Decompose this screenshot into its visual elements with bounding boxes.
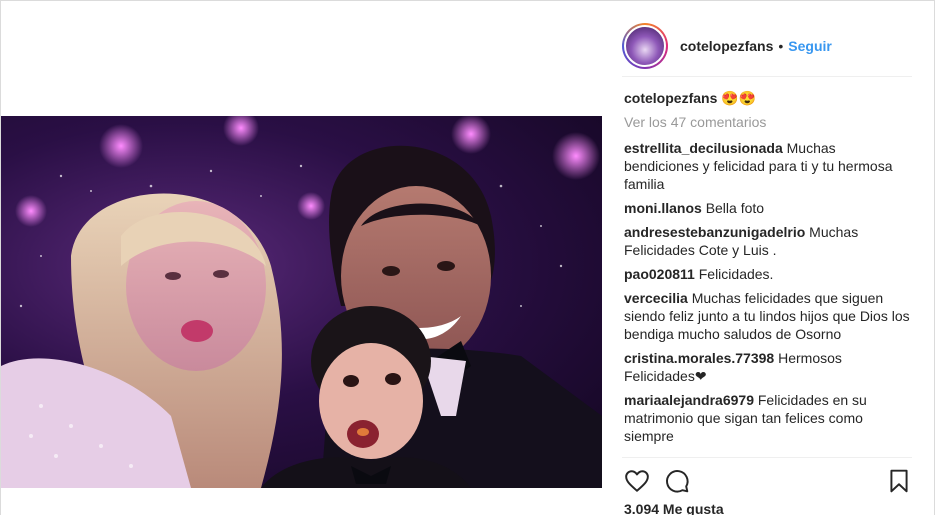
avatar-image <box>624 24 666 67</box>
comment-icon[interactable] <box>664 468 690 494</box>
caption: cotelopezfans 😍😍 <box>624 89 912 107</box>
follow-button[interactable]: Seguir <box>788 38 832 54</box>
comment-item: andresestebanzunigadelrio Muchas Felicid… <box>624 223 912 259</box>
avatar[interactable] <box>622 22 668 69</box>
comment-item: vercecilia Muchas felicidades que siguen… <box>624 289 912 343</box>
action-bar <box>624 467 912 495</box>
comments-section: cotelopezfans 😍😍 Ver los 47 comentarios … <box>624 89 912 449</box>
comment-item: moni.llanos Bella foto <box>624 199 912 217</box>
bookmark-icon[interactable] <box>886 468 912 494</box>
comment-username[interactable]: moni.llanos <box>624 200 702 216</box>
comment-item: pao020811 Felicidades. <box>624 265 912 283</box>
photo-illustration <box>1 116 602 488</box>
likes-count[interactable]: 3.094 Me gusta <box>624 501 724 515</box>
comment-item: estrellita_decilusionada Muchas bendicio… <box>624 139 912 193</box>
caption-text: 😍😍 <box>721 90 757 106</box>
post-photo[interactable] <box>1 116 602 488</box>
comment-username[interactable]: pao020811 <box>624 266 695 282</box>
comment-username[interactable]: vercecilia <box>624 290 688 306</box>
comment-text: Felicidades. <box>698 266 774 282</box>
comment-username[interactable]: andresestebanzunigadelrio <box>624 224 805 240</box>
comment-username[interactable]: cristina.morales.77398 <box>624 350 774 366</box>
view-all-comments-link[interactable]: Ver los 47 comentarios <box>624 113 912 131</box>
post-header: cotelopezfans • Seguir <box>622 15 912 77</box>
comment-text: Bella foto <box>705 200 765 216</box>
post-sidebar: cotelopezfans • Seguir cotelopezfans 😍😍 … <box>602 0 935 515</box>
header-username[interactable]: cotelopezfans <box>680 38 773 54</box>
separator-dot: • <box>778 37 784 54</box>
caption-username[interactable]: cotelopezfans <box>624 90 717 106</box>
photo-column <box>0 0 602 515</box>
actions-divider <box>622 457 912 458</box>
comment-username[interactable]: mariaalejandra6979 <box>624 392 754 408</box>
heart-icon[interactable] <box>624 468 650 494</box>
comment-item: mariaalejandra6979 Felicidades en su mat… <box>624 391 912 445</box>
comment-username[interactable]: estrellita_decilusionada <box>624 140 783 156</box>
comment-item: cristina.morales.77398 Hermosos Felicida… <box>624 349 912 385</box>
